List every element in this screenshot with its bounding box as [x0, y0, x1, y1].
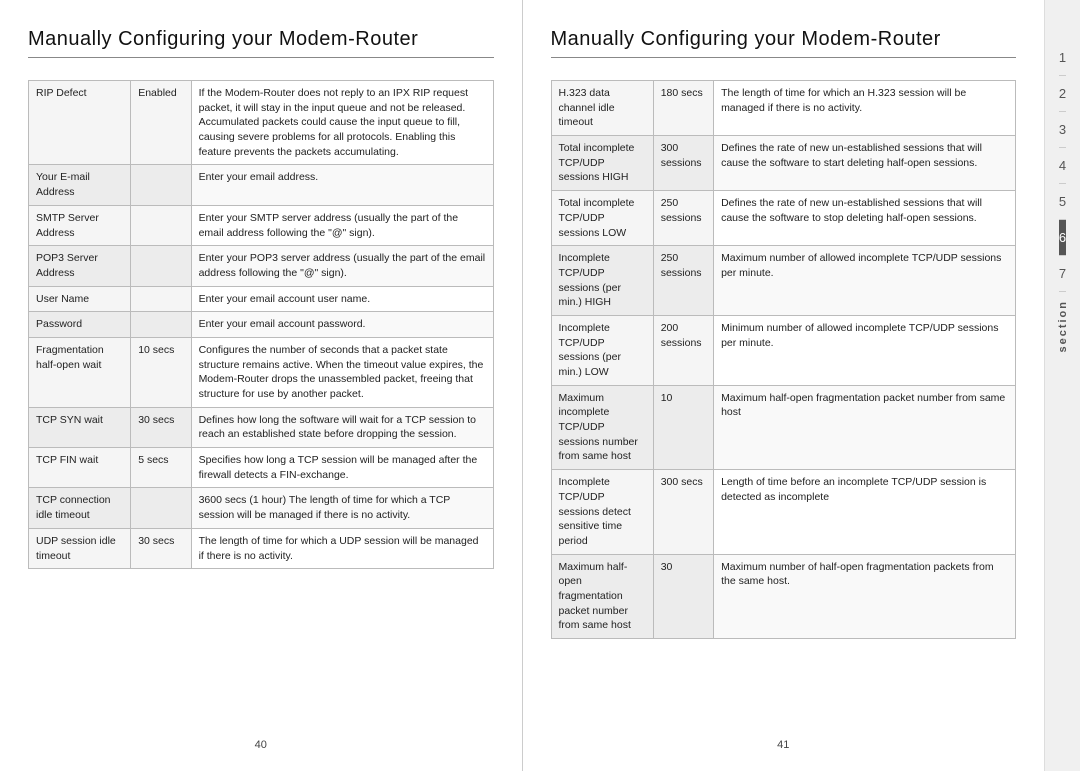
row-name: Fragmentation half-open wait	[29, 337, 131, 407]
row-value: 200 sessions	[653, 315, 713, 385]
row-name: Maximum incomplete TCP/UDP sessions numb…	[551, 385, 653, 469]
table-row: TCP SYN wait 30 secs Defines how long th…	[29, 407, 494, 447]
row-name: Incomplete TCP/UDP sessions detect sensi…	[551, 470, 653, 554]
table-row: SMTP Server Address Enter your SMTP serv…	[29, 205, 494, 245]
table-row: UDP session idle timeout 30 secs The len…	[29, 528, 494, 568]
left-table: RIP Defect Enabled If the Modem-Router d…	[28, 80, 494, 569]
table-row: Incomplete TCP/UDP sessions detect sensi…	[551, 470, 1016, 554]
right-table-container: H.323 data channel idle timeout 180 secs…	[551, 80, 1017, 729]
row-name: RIP Defect	[29, 81, 131, 165]
left-page-title: Manually Configuring your Modem-Router	[28, 28, 494, 58]
row-name: Incomplete TCP/UDP sessions (per min.) H…	[551, 246, 653, 316]
sidebar-num-2: 2	[1059, 76, 1066, 112]
row-value: 5 secs	[131, 448, 191, 488]
row-name: Password	[29, 312, 131, 338]
table-row: Total incomplete TCP/UDP sessions HIGH 3…	[551, 136, 1016, 191]
row-name: UDP session idle timeout	[29, 528, 131, 568]
row-name: TCP FIN wait	[29, 448, 131, 488]
row-desc: Configures the number of seconds that a …	[191, 337, 493, 407]
row-desc: If the Modem-Router does not reply to an…	[191, 81, 493, 165]
table-row: Password Enter your email account passwo…	[29, 312, 494, 338]
table-row: User Name Enter your email account user …	[29, 286, 494, 312]
right-page-number: 41	[551, 739, 1017, 751]
sidebar-num-3: 3	[1059, 112, 1066, 148]
sidebar-num-5: 5	[1059, 184, 1066, 220]
row-name: Maximum half-open fragmentation packet n…	[551, 554, 653, 638]
row-value	[131, 165, 191, 205]
row-value	[131, 246, 191, 286]
table-row: POP3 Server Address Enter your POP3 serv…	[29, 246, 494, 286]
row-value: 250 sessions	[653, 246, 713, 316]
row-value: 180 secs	[653, 81, 713, 136]
right-page-title: Manually Configuring your Modem-Router	[551, 28, 1017, 58]
sidebar-num-1: 1	[1059, 40, 1066, 76]
row-desc: The length of time for which an H.323 se…	[714, 81, 1016, 136]
row-name: POP3 Server Address	[29, 246, 131, 286]
table-row: Fragmentation half-open wait 10 secs Con…	[29, 337, 494, 407]
row-value: 300 sessions	[653, 136, 713, 191]
left-page: Manually Configuring your Modem-Router R…	[0, 0, 522, 771]
row-value: 10 secs	[131, 337, 191, 407]
table-row: Total incomplete TCP/UDP sessions LOW 25…	[551, 191, 1016, 246]
row-name: Incomplete TCP/UDP sessions (per min.) L…	[551, 315, 653, 385]
table-row: Incomplete TCP/UDP sessions (per min.) H…	[551, 246, 1016, 316]
row-desc: Minimum number of allowed incomplete TCP…	[714, 315, 1016, 385]
row-desc: Maximum number of half-open fragmentatio…	[714, 554, 1016, 638]
row-value	[131, 312, 191, 338]
sidebar-num-4: 4	[1059, 148, 1066, 184]
row-desc: Defines the rate of new un-established s…	[714, 191, 1016, 246]
right-page: Manually Configuring your Modem-Router H…	[523, 0, 1045, 771]
row-desc: Enter your SMTP server address (usually …	[191, 205, 493, 245]
row-desc: Enter your email account user name.	[191, 286, 493, 312]
row-desc: Defines the rate of new un-established s…	[714, 136, 1016, 191]
table-row: Incomplete TCP/UDP sessions (per min.) L…	[551, 315, 1016, 385]
row-value: 250 sessions	[653, 191, 713, 246]
sidebar-section-label: section	[1057, 300, 1069, 353]
table-row: H.323 data channel idle timeout 180 secs…	[551, 81, 1016, 136]
table-row: TCP connection idle timeout 3600 secs (1…	[29, 488, 494, 528]
row-desc: Enter your email address.	[191, 165, 493, 205]
left-table-container: RIP Defect Enabled If the Modem-Router d…	[28, 80, 494, 729]
row-desc: The length of time for which a UDP sessi…	[191, 528, 493, 568]
row-value: 30 secs	[131, 407, 191, 447]
row-value: 10	[653, 385, 713, 469]
row-value	[131, 205, 191, 245]
row-value: 30	[653, 554, 713, 638]
table-row: Maximum incomplete TCP/UDP sessions numb…	[551, 385, 1016, 469]
row-name: Total incomplete TCP/UDP sessions HIGH	[551, 136, 653, 191]
row-desc: Maximum number of allowed incomplete TCP…	[714, 246, 1016, 316]
row-desc: Enter your POP3 server address (usually …	[191, 246, 493, 286]
right-table: H.323 data channel idle timeout 180 secs…	[551, 80, 1017, 639]
row-name: Total incomplete TCP/UDP sessions LOW	[551, 191, 653, 246]
row-desc: Enter your email account password.	[191, 312, 493, 338]
row-name: User Name	[29, 286, 131, 312]
row-desc: Length of time before an incomplete TCP/…	[714, 470, 1016, 554]
row-desc: Defines how long the software will wait …	[191, 407, 493, 447]
row-name: TCP connection idle timeout	[29, 488, 131, 528]
row-name: H.323 data channel idle timeout	[551, 81, 653, 136]
table-row: TCP FIN wait 5 secs Specifies how long a…	[29, 448, 494, 488]
sidebar-num-7: 7	[1059, 256, 1066, 292]
row-desc: Specifies how long a TCP session will be…	[191, 448, 493, 488]
table-row: RIP Defect Enabled If the Modem-Router d…	[29, 81, 494, 165]
row-name: Your E-mail Address	[29, 165, 131, 205]
right-sidebar: 1234567 section	[1044, 0, 1080, 771]
row-name: SMTP Server Address	[29, 205, 131, 245]
row-desc: 3600 secs (1 hour) The length of time fo…	[191, 488, 493, 528]
table-row: Maximum half-open fragmentation packet n…	[551, 554, 1016, 638]
row-desc: Maximum half-open fragmentation packet n…	[714, 385, 1016, 469]
sidebar-num-6: 6	[1059, 220, 1066, 256]
row-value: 30 secs	[131, 528, 191, 568]
table-row: Your E-mail Address Enter your email add…	[29, 165, 494, 205]
row-value: 300 secs	[653, 470, 713, 554]
row-name: TCP SYN wait	[29, 407, 131, 447]
row-value	[131, 286, 191, 312]
row-value: Enabled	[131, 81, 191, 165]
left-page-number: 40	[28, 739, 494, 751]
row-value	[131, 488, 191, 528]
